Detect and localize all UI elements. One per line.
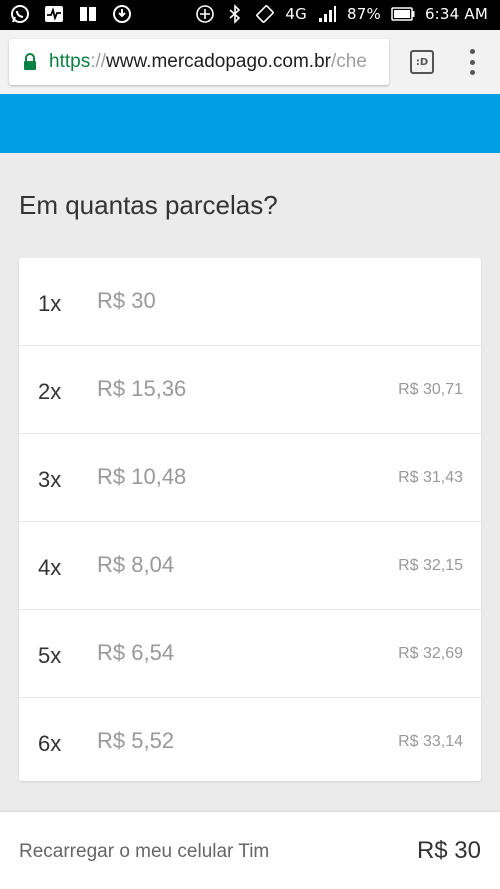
url-path: /che xyxy=(330,51,367,72)
menu-dot-icon xyxy=(469,49,475,54)
menu-dot-icon xyxy=(469,59,475,65)
installment-option-3x[interactable]: 3x R$ 10,48 R$ 31,43 xyxy=(19,434,481,522)
installment-count: 3x xyxy=(38,467,62,492)
battery-icon xyxy=(391,4,415,24)
status-bar-system: 4G 87% 6:34 AM xyxy=(195,4,488,24)
installment-amount: R$ 15,36 xyxy=(97,376,187,401)
url-separator: :// xyxy=(90,51,107,72)
installment-total: R$ 32,15 xyxy=(398,557,463,574)
installment-total: R$ 32,69 xyxy=(398,645,463,662)
status-bar-notifications xyxy=(10,4,132,24)
add-circle-icon xyxy=(195,4,215,24)
installment-amount: R$ 10,48 xyxy=(97,464,187,489)
activity-icon xyxy=(44,4,64,24)
installment-count: 2x xyxy=(38,379,62,404)
menu-dot-icon xyxy=(469,70,475,75)
installment-count: 4x xyxy=(38,555,62,580)
installment-amount: R$ 8,04 xyxy=(97,552,175,577)
installment-amount: R$ 6,54 xyxy=(97,640,175,665)
sync-icon xyxy=(112,4,132,24)
address-bar[interactable]: https://www.mercadopago.com.br/che xyxy=(9,39,389,85)
order-summary-bar: Recarregar o meu celular Tim R$ 30 xyxy=(0,812,500,889)
installment-count: 1x xyxy=(38,291,62,316)
url-text: https://www.mercadopago.com.br/che xyxy=(49,51,367,73)
vibrate-icon xyxy=(255,4,275,24)
more-menu-button[interactable] xyxy=(466,49,478,75)
battery-percent: 87% xyxy=(346,5,381,23)
browser-toolbar: https://www.mercadopago.com.br/che :D xyxy=(0,30,500,94)
url-host: www.mercadopago.com.br xyxy=(106,51,331,72)
order-description: Recarregar o meu celular Tim xyxy=(19,841,270,862)
installment-option-5x[interactable]: 5x R$ 6,54 R$ 32,69 xyxy=(19,610,481,698)
bluetooth-icon xyxy=(225,4,245,24)
book-icon xyxy=(78,4,98,24)
lock-icon xyxy=(23,53,37,71)
tab-switcher-button[interactable]: :D xyxy=(410,50,434,74)
installment-total: R$ 30,71 xyxy=(398,381,463,398)
clock: 6:34 AM xyxy=(424,5,488,23)
installment-option-1x[interactable]: 1x R$ 30 xyxy=(19,258,481,346)
installment-total: R$ 33,14 xyxy=(398,733,463,750)
url-scheme: https xyxy=(49,51,91,72)
installment-amount: R$ 30 xyxy=(97,288,156,313)
installment-amount: R$ 5,52 xyxy=(97,728,175,753)
installments-list: 1x R$ 30 2x R$ 15,36 R$ 30,71 3x R$ 10,4… xyxy=(19,258,481,781)
order-total: R$ 30 xyxy=(416,837,481,864)
status-bar: 4G 87% 6:34 AM xyxy=(0,0,500,30)
installment-option-2x[interactable]: 2x R$ 15,36 R$ 30,71 xyxy=(19,346,481,434)
page-title: Em quantas parcelas? xyxy=(19,190,278,220)
installment-option-4x[interactable]: 4x R$ 8,04 R$ 32,15 xyxy=(19,522,481,610)
installment-total: R$ 31,43 xyxy=(398,469,463,486)
signal-icon xyxy=(317,4,337,24)
installment-count: 5x xyxy=(38,643,62,668)
installment-count: 6x xyxy=(38,731,62,756)
whatsapp-icon xyxy=(10,4,30,24)
installment-option-6x[interactable]: 6x R$ 5,52 R$ 33,14 xyxy=(19,698,481,785)
page-header-bar xyxy=(0,94,500,153)
network-type: 4G xyxy=(285,5,307,23)
